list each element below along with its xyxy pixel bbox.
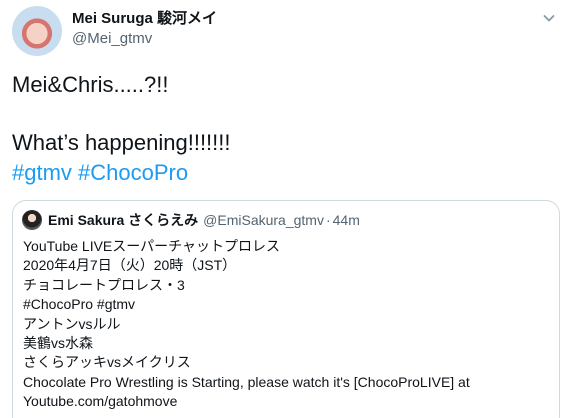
quote-line: 美鶴vs水森: [23, 335, 93, 352]
quote-line: 2020年4月7日（火）20時（JST）: [23, 257, 237, 274]
author-avatar[interactable]: [12, 6, 62, 56]
quoted-author-name[interactable]: Emi Sakura さくらえみ: [48, 210, 198, 230]
tweet-hashtags: #gtmv #ChocoPro: [12, 158, 188, 187]
quoted-tweet-text: YouTube LIVEスーパーチャットプロレス 2020年4月7日（火）20時…: [23, 237, 553, 412]
quote-line: Chocolate Pro Wrestling is Starting, ple…: [23, 373, 470, 390]
quote-line: チョコレートプロレス・3: [23, 276, 185, 293]
quote-line: アントンvsルル: [23, 315, 121, 332]
hashtag-chocopro[interactable]: #ChocoPro: [78, 160, 188, 185]
tweet-card: Mei Suruga 駿河メイ @Mei_gtmv Mei&Chris.....…: [0, 0, 569, 418]
author-display-name[interactable]: Mei Suruga 駿河メイ: [72, 9, 217, 28]
quote-line: YouTube LIVEスーパーチャットプロレス: [23, 238, 280, 254]
hashtag-gtmv[interactable]: #gtmv: [12, 160, 72, 185]
quoted-author-handle[interactable]: @EmiSakura_gtmv: [203, 212, 324, 228]
quoted-author-avatar[interactable]: [22, 210, 42, 230]
quote-line: #ChocoPro #gtmv: [23, 296, 136, 313]
author-handle[interactable]: @Mei_gtmv: [72, 29, 217, 48]
quoted-tweet-time[interactable]: 44m: [333, 212, 360, 228]
tweet-text: Mei&Chris.....?!! What’s happening!!!!!!…: [12, 72, 231, 155]
author-info: Mei Suruga 駿河メイ @Mei_gtmv: [72, 9, 217, 48]
header-separator: ·: [325, 212, 331, 228]
quoted-tweet[interactable]: Emi Sakura さくらえみ @EmiSakura_gtmv · 44m Y…: [12, 200, 560, 418]
quote-line: さくらアッキvsメイクリス: [23, 354, 191, 371]
quote-line[interactable]: Youtube.com/gatohmove: [23, 392, 553, 411]
chevron-down-icon[interactable]: [541, 10, 557, 26]
quoted-tweet-header: Emi Sakura さくらえみ @EmiSakura_gtmv · 44m: [22, 210, 360, 230]
